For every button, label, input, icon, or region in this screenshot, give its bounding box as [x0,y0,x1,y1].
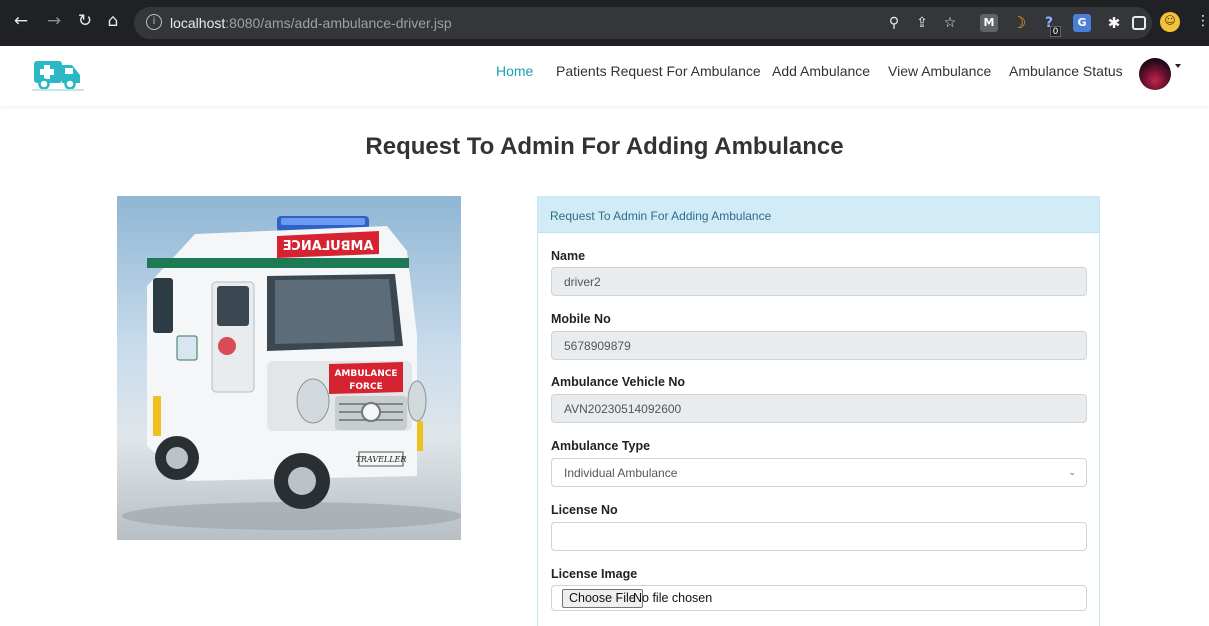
license-no-label: License No [551,503,618,517]
front-ambulance-sign: AMBULANCE [334,369,397,379]
name-field[interactable]: driver2 [551,267,1087,296]
nav-add-ambulance-link[interactable]: Add Ambulance [772,63,870,79]
gmail-extension-icon[interactable]: M [980,14,998,32]
chevron-down-icon: ⌄ [1068,468,1076,478]
file-status-text: No file chosen [633,591,713,605]
license-image-file-input[interactable]: Choose File No file chosen [551,585,1087,611]
user-avatar[interactable] [1139,58,1171,90]
nav-patients-request-link[interactable]: Patients Request For Ambulance [556,63,761,79]
menu-icon[interactable]: ⋮ [1196,12,1209,30]
profile-icon[interactable]: ☺ [1160,12,1180,32]
name-label: Name [551,249,586,263]
moon-extension-icon[interactable]: ☽ [1010,14,1028,32]
browser-toolbar: ← → ↻ ⌂ i localhost:8080/ams/add-ambulan… [0,0,1209,46]
ambulance-type-label: Ambulance Type [551,439,651,453]
translate-extension-icon[interactable]: G [1073,14,1091,32]
model-label: TRAVELLER [356,455,407,464]
bookmark-star-icon[interactable]: ☆ [942,15,958,31]
forward-icon[interactable]: → [45,12,63,30]
share-icon[interactable]: ⇪ [914,15,930,31]
reversed-ambulance-sign: ƎƆИA⅃UꓭMA [282,239,373,254]
card-header: Request To Admin For Adding Ambulance [538,197,1099,233]
mobile-field[interactable]: 5678909879 [551,331,1087,360]
brand-label: FORCE [349,382,382,392]
reload-icon[interactable]: ↻ [76,12,94,30]
ambulance-image: ƎƆИA⅃UꓭMA AMBULANCE FORCE TRAVELLER [117,196,461,540]
choose-file-button[interactable]: Choose File [562,589,643,608]
page-title: Request To Admin For Adding Ambulance [365,133,844,160]
nav-home-link[interactable]: Home [496,63,533,79]
request-form-card: Request To Admin For Adding Ambulance Na… [537,196,1100,626]
ambulance-logo-icon[interactable] [32,53,84,93]
url-text[interactable]: localhost:8080/ams/add-ambulance-driver.… [170,15,452,31]
ambulance-van-illustration: ƎƆИA⅃UꓭMA AMBULANCE FORCE TRAVELLER [122,216,461,530]
address-bar[interactable]: i localhost:8080/ams/add-ambulance-drive… [134,7,1152,39]
vehicle-no-field[interactable]: AVN20230514092600 [551,394,1087,423]
site-info-icon[interactable]: i [146,14,162,30]
side-panel-icon[interactable] [1132,16,1146,30]
back-icon[interactable]: ← [12,12,30,30]
license-no-field[interactable] [551,522,1087,551]
zoom-icon[interactable]: ⚲ [886,15,902,31]
nav-ambulance-status-link[interactable]: Ambulance Status [1009,63,1123,79]
home-icon[interactable]: ⌂ [104,12,122,30]
caret-down-icon[interactable] [1175,64,1181,68]
mobile-label: Mobile No [551,312,611,326]
nav-view-ambulance-link[interactable]: View Ambulance [888,63,991,79]
site-navbar: Home Patients Request For Ambulance Add … [0,46,1209,106]
license-image-label: License Image [551,567,638,581]
vehicle-no-label: Ambulance Vehicle No [551,375,686,389]
extension-badge: 0 [1050,26,1061,37]
extensions-puzzle-icon[interactable]: ✱ [1105,14,1123,32]
ambulance-type-select[interactable]: Individual Ambulance ⌄ [551,458,1087,487]
ambulance-type-value: Individual Ambulance [564,466,678,480]
